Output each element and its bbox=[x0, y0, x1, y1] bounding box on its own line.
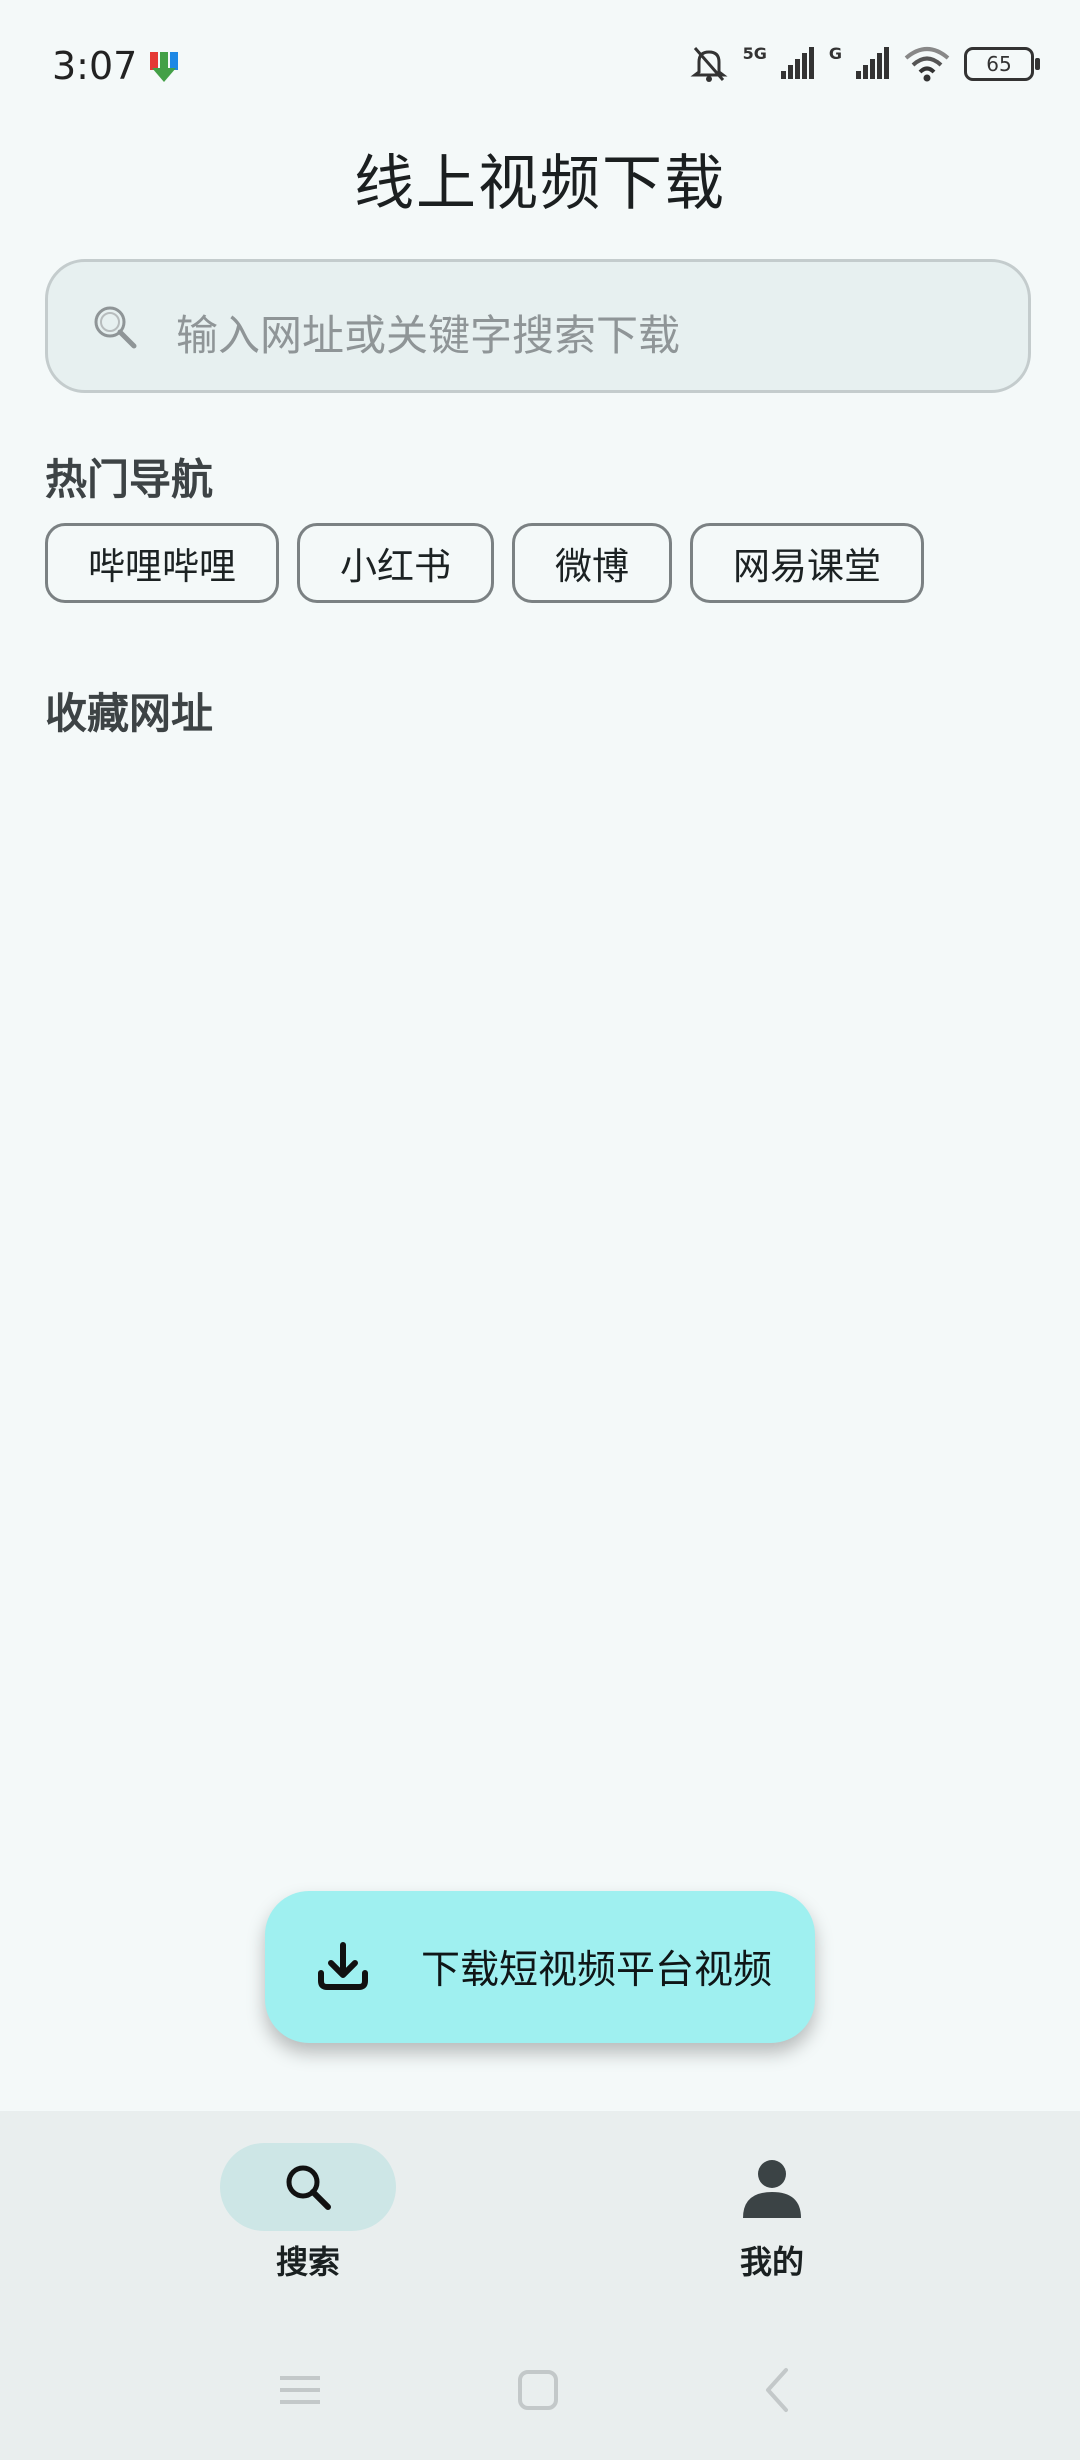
home-icon[interactable] bbox=[508, 2360, 568, 2420]
nav-label-me: 我的 bbox=[739, 2243, 804, 2281]
status-time: 3:07 bbox=[52, 44, 138, 88]
wifi-icon bbox=[904, 47, 950, 82]
search-icon bbox=[286, 2165, 331, 2210]
battery-level: 65 bbox=[986, 52, 1012, 76]
hot-nav-list: 哔哩哔哩 小红书 微博 网易课堂 bbox=[45, 523, 924, 603]
download-icon bbox=[318, 1942, 368, 1990]
status-bar: 3:07 5G G 65 bbox=[0, 0, 1080, 130]
mute-bell-icon bbox=[690, 47, 728, 82]
app-notification-icon bbox=[150, 52, 178, 82]
download-short-video-button[interactable]: 下载短视频平台视频 bbox=[265, 1891, 815, 2043]
fab-label: 下载短视频平台视频 bbox=[421, 1948, 773, 1993]
favorites-title: 收藏网址 bbox=[45, 689, 214, 738]
search-input[interactable]: 输入网址或关键字搜索下载 bbox=[45, 259, 1031, 393]
network-type-2: G bbox=[828, 44, 842, 63]
nav-active-indicator bbox=[220, 2143, 396, 2231]
hot-nav-title: 热门导航 bbox=[45, 455, 214, 504]
back-icon[interactable] bbox=[748, 2360, 808, 2420]
nav-icon-wrap bbox=[684, 2143, 860, 2231]
search-placeholder: 输入网址或关键字搜索下载 bbox=[176, 311, 681, 360]
signal-icon bbox=[856, 47, 889, 79]
signal-icon bbox=[780, 47, 814, 79]
hot-nav-chip-weibo[interactable]: 微博 bbox=[512, 523, 672, 603]
search-icon bbox=[94, 306, 137, 349]
battery-indicator: 65 bbox=[964, 47, 1040, 81]
nav-label-search: 搜索 bbox=[275, 2243, 340, 2281]
nav-item-search[interactable]: 搜索 bbox=[208, 2143, 408, 2283]
menu-icon[interactable] bbox=[270, 2360, 330, 2420]
hot-nav-chip-netease-classroom[interactable]: 网易课堂 bbox=[690, 523, 924, 603]
person-icon bbox=[743, 2160, 801, 2218]
nav-item-me[interactable]: 我的 bbox=[672, 2143, 872, 2283]
page-title: 线上视频下载 bbox=[354, 149, 726, 219]
system-nav-bar bbox=[0, 2360, 1080, 2430]
hot-nav-chip-bilibili[interactable]: 哔哩哔哩 bbox=[45, 523, 279, 603]
hot-nav-chip-xiaohongshu[interactable]: 小红书 bbox=[297, 523, 494, 603]
network-type-1: 5G bbox=[742, 44, 767, 63]
